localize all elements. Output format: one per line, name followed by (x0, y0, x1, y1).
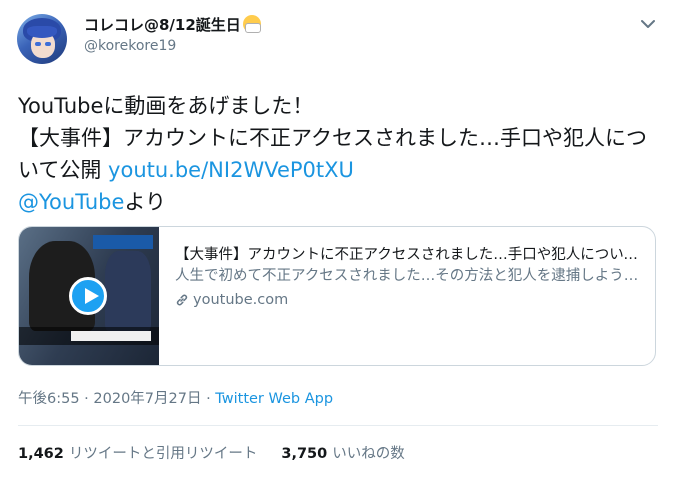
display-name[interactable]: コレコレ@8/12誕生日 (84, 14, 261, 35)
card-description: 人生で初めて不正アクセスされました…その方法と犯人を逮捕しようと動いてみた 【神… (175, 268, 645, 284)
tweet-suffix: より (124, 190, 166, 214)
thumbnail-banner (93, 235, 153, 249)
card-domain: youtube.com (175, 289, 645, 311)
tweet-source[interactable]: Twitter Web App (215, 391, 333, 407)
display-name-text: コレコレ@8/12誕生日 (84, 16, 241, 34)
card-domain-text: youtube.com (193, 292, 289, 308)
tweet-text: YouTubeに動画をあげました！ 【大事件】アカウントに不正アクセスされました… (18, 90, 658, 218)
chevron-down-icon[interactable] (640, 16, 656, 32)
tweet-mention[interactable]: @YouTube (18, 190, 124, 214)
card-title: 【大事件】アカウントに不正アクセスされました…手口や犯人について公開 (175, 247, 645, 263)
tweet-stats: 1,462 リツイートと引用リツイート 3,750 いいねの数 (18, 442, 429, 463)
avatar[interactable] (17, 14, 67, 64)
retweets-stat[interactable]: 1,462 リツイートと引用リツイート (18, 446, 257, 462)
divider (18, 425, 658, 426)
likes-label: いいねの数 (332, 446, 405, 462)
tweet-line-1: YouTubeに動画をあげました！ (18, 94, 314, 118)
play-icon[interactable] (69, 277, 107, 315)
face-with-mask-icon (242, 15, 261, 33)
avatar-eye (45, 42, 51, 46)
tweet-link[interactable]: youtu.be/NI2WVeP0tXU (108, 158, 354, 182)
retweets-label: リツイートと引用リツイート (68, 446, 258, 462)
thumbnail-caption-plate (71, 331, 151, 341)
link-card[interactable]: 【大事件】アカウントに不正アクセスされました…手口や犯人について公開 人生で初め… (18, 226, 656, 366)
retweets-count: 1,462 (18, 446, 64, 462)
likes-stat[interactable]: 3,750 いいねの数 (281, 446, 404, 462)
tweet-timestamp[interactable]: 午後6:55 · 2020年7月27日 · (18, 391, 215, 407)
card-text: 【大事件】アカウントに不正アクセスされました…手口や犯人について公開 人生で初め… (175, 245, 645, 311)
thumbnail-officer (105, 251, 151, 331)
user-handle[interactable]: @korekore19 (84, 38, 176, 54)
tweet-line-3: @YouTubeより (18, 186, 658, 218)
avatar-fringe (27, 26, 57, 38)
video-thumbnail[interactable] (19, 227, 159, 365)
tweet-line-2: 【大事件】アカウントに不正アクセスされました…手口や犯人について公開 youtu… (18, 122, 658, 186)
tweet-meta: 午後6:55 · 2020年7月27日 · Twitter Web App (18, 387, 333, 408)
avatar-eye (35, 42, 41, 46)
link-icon (176, 294, 188, 306)
likes-count: 3,750 (281, 446, 328, 462)
